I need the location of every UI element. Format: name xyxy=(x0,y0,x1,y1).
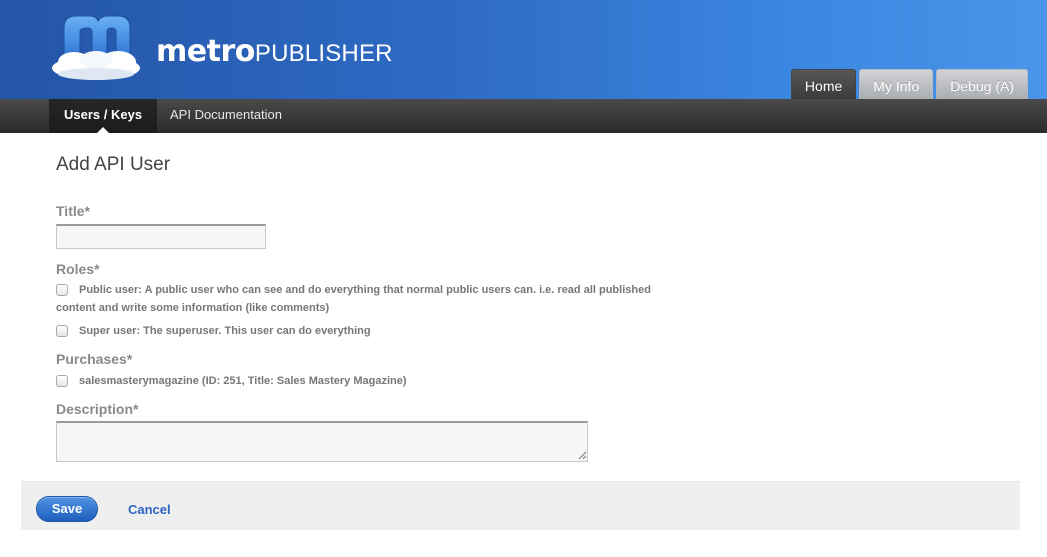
nav-api-documentation[interactable]: API Documentation xyxy=(155,99,297,133)
active-caret-icon xyxy=(97,127,110,133)
purchase-salesmastery-text: salesmasterymagazine (ID: 251, Title: Sa… xyxy=(79,375,407,387)
brand-wordmark[interactable]: metroPUBLISHER xyxy=(156,34,393,69)
nav-users-keys[interactable]: Users / Keys xyxy=(49,99,158,133)
tab-home[interactable]: Home xyxy=(790,69,857,100)
description-label: Description* xyxy=(56,401,139,417)
page-title: Add API User xyxy=(56,154,171,175)
brand-part-publisher: PUBLISHER xyxy=(254,40,393,67)
role-public-user-text-continued: content and write some information (like… xyxy=(56,302,330,314)
nav-users-keys-label: Users / Keys xyxy=(64,107,143,122)
brand-part-metro: metro xyxy=(156,34,255,69)
role-public-user-text: Public user: A public user who can see a… xyxy=(79,284,651,296)
form-actions-bar: Save Cancel xyxy=(21,481,1020,530)
cancel-link[interactable]: Cancel xyxy=(128,502,171,517)
role-super-user-checkbox[interactable] xyxy=(56,325,68,337)
save-button[interactable]: Save xyxy=(36,496,98,522)
description-textarea[interactable] xyxy=(56,421,588,462)
tab-debug[interactable]: Debug (A) xyxy=(936,69,1028,100)
top-tabs: Home My Info Debug (A) xyxy=(790,69,1028,100)
metro-logo-icon xyxy=(52,15,140,80)
tab-my-info[interactable]: My Info xyxy=(859,69,934,100)
role-super-user-text: Super user: The superuser. This user can… xyxy=(79,325,371,337)
purchases-label: Purchases* xyxy=(56,351,133,367)
title-field-label: Title* xyxy=(56,203,90,219)
app-header: metroPUBLISHER Home My Info Debug (A) xyxy=(0,0,1047,100)
sub-navbar: Users / Keys API Documentation xyxy=(0,99,1047,133)
title-input[interactable] xyxy=(56,224,266,249)
resize-grip-icon[interactable] xyxy=(578,451,587,460)
purchase-salesmastery-checkbox[interactable] xyxy=(56,375,68,387)
role-public-user-checkbox[interactable] xyxy=(56,284,68,296)
nav-api-documentation-label: API Documentation xyxy=(170,107,283,122)
roles-label: Roles* xyxy=(56,261,100,277)
